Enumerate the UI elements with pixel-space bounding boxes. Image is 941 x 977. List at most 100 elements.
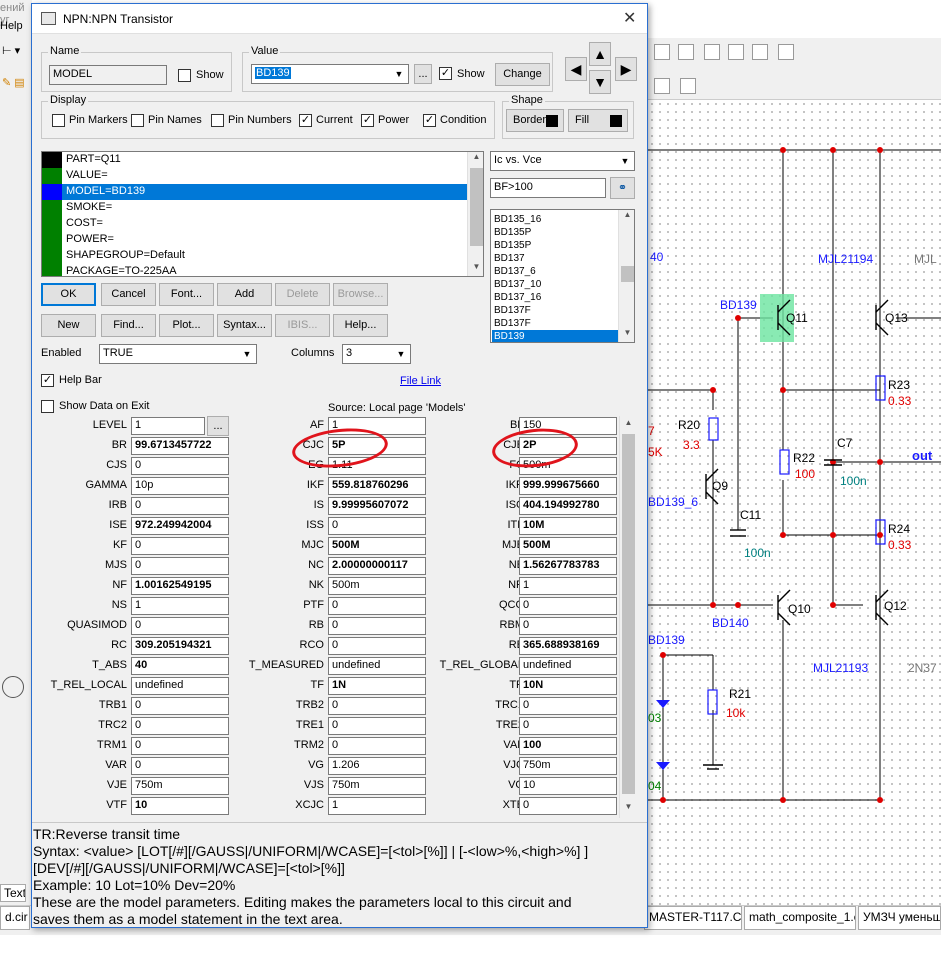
level-ellipsis-button[interactable]: ...	[207, 416, 229, 436]
scroll-thumb[interactable]	[622, 434, 635, 794]
param-value-field[interactable]: 0	[131, 537, 229, 555]
current-checkbox[interactable]: ✓	[299, 114, 312, 127]
param-value-field[interactable]: 365.688938169	[519, 637, 617, 655]
arrow-right-icon[interactable]: ▶	[615, 57, 637, 81]
parameter-scrollbar[interactable]: ▲ ▼	[619, 416, 636, 818]
model-list-scrollbar[interactable]: ▲ ▼	[618, 210, 634, 342]
param-value-field[interactable]: 500M	[519, 537, 617, 555]
show-data-checkbox[interactable]	[41, 400, 54, 413]
attribute-row[interactable]: VALUE=	[42, 168, 468, 184]
new-button[interactable]: New	[41, 314, 96, 337]
binoculars-icon[interactable]: ⚭	[610, 177, 635, 199]
attribute-row[interactable]: COST=	[42, 216, 468, 232]
plot-button[interactable]: Plot...	[159, 314, 214, 337]
find-button[interactable]: Find...	[101, 314, 156, 337]
doc-tab-umzch[interactable]: УМЗЧ уменьше	[858, 906, 941, 930]
name-show-checkbox[interactable]	[178, 69, 191, 82]
param-value-field[interactable]: 10M	[519, 517, 617, 535]
syntax-button[interactable]: Syntax...	[217, 314, 272, 337]
param-value-field[interactable]: 10p	[131, 477, 229, 495]
scroll-thumb[interactable]	[470, 168, 483, 246]
attribute-row[interactable]: PART=Q11	[42, 152, 468, 168]
param-value-field[interactable]: 2.00000000117	[328, 557, 426, 575]
param-value-field[interactable]: 999.999675660	[519, 477, 617, 495]
chevron-down-icon[interactable]: ▼	[391, 66, 407, 82]
param-value-field[interactable]: 9.99995607072	[328, 497, 426, 515]
close-icon[interactable]: ✕	[623, 8, 636, 28]
param-value-field[interactable]: 309.205194321	[131, 637, 229, 655]
param-value-field[interactable]: 500m	[328, 577, 426, 595]
param-value-field[interactable]: undefined	[131, 677, 229, 695]
name-field[interactable]: MODEL	[49, 65, 167, 85]
browse-button[interactable]: Browse...	[333, 283, 388, 306]
param-value-field[interactable]: 40	[131, 657, 229, 675]
attribute-row[interactable]: SHAPEGROUP=Default	[42, 248, 468, 264]
toolbar-icon-6[interactable]	[778, 44, 794, 60]
param-value-field[interactable]: 0	[328, 737, 426, 755]
arrow-up-icon[interactable]: ▲	[589, 42, 611, 66]
param-value-field[interactable]: 0	[131, 617, 229, 635]
param-value-field[interactable]: 404.194992780	[519, 497, 617, 515]
param-value-field[interactable]: 1.56267783783	[519, 557, 617, 575]
model-item[interactable]: BD137	[492, 252, 618, 265]
param-value-field[interactable]: 0	[328, 697, 426, 715]
param-value-field[interactable]: 0	[519, 697, 617, 715]
add-button[interactable]: Add	[217, 283, 272, 306]
toolbar-icon-8[interactable]	[680, 78, 696, 94]
model-list[interactable]: BD135_16 BD135P BD135P BD137 BD137_6 BD1…	[490, 209, 635, 343]
param-value-field[interactable]: undefined	[519, 657, 617, 675]
file-link[interactable]: File Link	[400, 375, 441, 387]
scroll-thumb[interactable]	[621, 266, 634, 282]
scroll-up-icon[interactable]: ▲	[620, 418, 637, 432]
param-value-field[interactable]: 0	[519, 797, 617, 815]
doc-tab-math-composite[interactable]: math_composite_1.cir	[744, 906, 856, 930]
attribute-list-scrollbar[interactable]: ▲ ▼	[467, 152, 483, 276]
help-bar-checkbox[interactable]: ✓	[41, 374, 54, 387]
ibis-button[interactable]: IBIS...	[275, 314, 330, 337]
param-value-field[interactable]: 0	[328, 637, 426, 655]
param-value-field[interactable]: 1	[131, 417, 205, 435]
param-value-field[interactable]: 1	[519, 577, 617, 595]
scroll-up-icon[interactable]: ▲	[619, 210, 634, 224]
param-value-field[interactable]: 0	[519, 617, 617, 635]
cancel-button[interactable]: Cancel	[101, 283, 156, 306]
toolbar-icon-1[interactable]	[654, 44, 670, 60]
fill-button[interactable]: Fill	[568, 109, 628, 132]
param-value-field[interactable]: 10N	[519, 677, 617, 695]
attribute-row[interactable]: PACKAGE=TO-225AA	[42, 264, 468, 276]
model-filter-input[interactable]: BF>100	[490, 178, 606, 198]
model-item[interactable]: BD137F	[492, 317, 618, 330]
condition-checkbox[interactable]: ✓	[423, 114, 436, 127]
param-value-field[interactable]: 1.00162549195	[131, 577, 229, 595]
model-item[interactable]: BD137_6	[492, 265, 618, 278]
param-value-field[interactable]: 0	[328, 617, 426, 635]
attribute-list[interactable]: PART=Q11 VALUE= MODEL=BD139 SMOKE= COST=…	[41, 151, 484, 277]
model-item[interactable]: BD135P	[492, 226, 618, 239]
param-value-field[interactable]: 0	[131, 457, 229, 475]
plot-type-select[interactable]: Ic vs. Vce ▼	[490, 151, 635, 171]
model-item-selected[interactable]: BD139	[492, 330, 618, 342]
toolbar-icon-7[interactable]	[654, 78, 670, 94]
arrow-left-icon[interactable]: ◀	[565, 57, 587, 81]
param-value-field[interactable]: 750m	[519, 757, 617, 775]
scroll-down-icon[interactable]: ▼	[619, 328, 634, 342]
toolbar-icon-4[interactable]	[728, 44, 744, 60]
value-ellipsis-button[interactable]: ...	[414, 64, 432, 84]
columns-select[interactable]: 3 ▼	[342, 344, 411, 364]
param-value-field[interactable]: 10	[519, 777, 617, 795]
param-value-field[interactable]: 500M	[328, 537, 426, 555]
doc-tab-d-cir[interactable]: d.cir	[0, 906, 30, 930]
text-tab[interactable]: Text	[0, 884, 26, 902]
model-item[interactable]: BD135P	[492, 239, 618, 252]
param-value-field[interactable]: 0	[131, 757, 229, 775]
param-value-field[interactable]: 0	[131, 717, 229, 735]
param-value-field[interactable]: 0	[328, 597, 426, 615]
border-button[interactable]: Border	[506, 109, 564, 132]
attribute-row[interactable]: SMOKE=	[42, 200, 468, 216]
change-button[interactable]: Change	[495, 63, 550, 86]
toolbar-icon-2[interactable]	[678, 44, 694, 60]
param-value-field[interactable]: 0	[519, 597, 617, 615]
model-item[interactable]: BD135_16	[492, 213, 618, 226]
power-checkbox[interactable]: ✓	[361, 114, 374, 127]
param-value-field[interactable]: 0	[131, 737, 229, 755]
